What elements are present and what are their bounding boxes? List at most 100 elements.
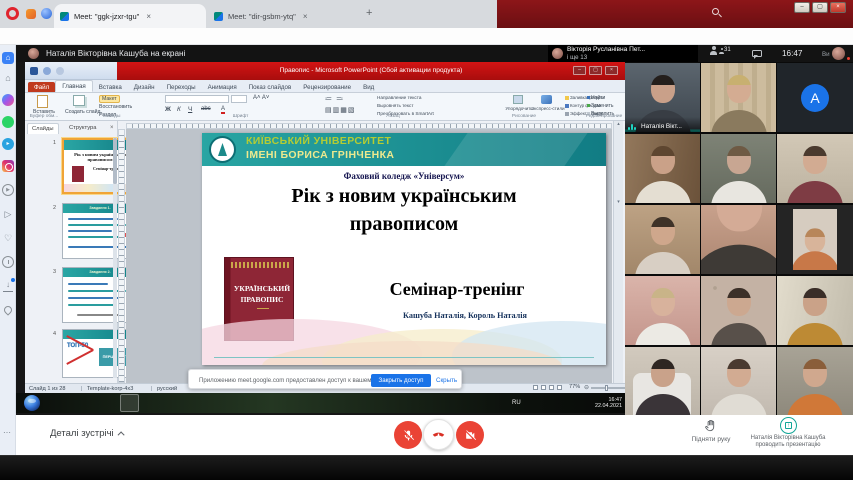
player-icon[interactable]: ▶ — [2, 184, 14, 196]
align-icons[interactable]: ▤▥▦▧ — [325, 106, 355, 114]
close-icon[interactable]: × — [146, 12, 151, 21]
quick-styles-icon[interactable] — [541, 95, 552, 104]
save-icon[interactable] — [30, 67, 38, 75]
participant-video-10[interactable] — [625, 276, 700, 345]
paste-icon[interactable] — [37, 95, 48, 108]
close-button[interactable]: × — [605, 66, 618, 75]
participant-video-13[interactable] — [625, 347, 700, 415]
zoom-slider-thumb[interactable] — [605, 385, 608, 391]
close-button[interactable]: × — [830, 2, 846, 13]
close-icon[interactable]: × — [110, 125, 114, 131]
quick-styles-button[interactable]: Экспресс-стили — [531, 106, 563, 111]
participant-video-1[interactable]: Наталія Вікт... — [625, 63, 700, 132]
participant-video-2[interactable] — [701, 63, 776, 132]
hide-button[interactable]: Скрыть — [436, 377, 457, 384]
participant-video-4[interactable] — [625, 134, 700, 203]
undo-icon[interactable] — [43, 67, 51, 75]
downloads-icon[interactable]: ↓ — [3, 280, 13, 292]
view-normal-icon[interactable] — [533, 385, 538, 390]
tab-slides[interactable]: Слайды — [27, 123, 59, 134]
participant-video-15[interactable] — [777, 347, 853, 415]
maximize-button[interactable]: ▢ — [812, 2, 828, 13]
view-reading-icon[interactable] — [549, 385, 554, 390]
participant-video-3[interactable]: A — [777, 63, 853, 132]
bookmarks-heart-icon[interactable]: ♡ — [2, 232, 14, 244]
grow-font-icon[interactable]: A˄ A˅ — [253, 95, 269, 101]
search-icon[interactable] — [712, 8, 719, 15]
minimize-button[interactable]: – — [573, 66, 586, 75]
zoom-slider[interactable] — [591, 387, 625, 389]
language-indicator[interactable]: RU — [512, 400, 521, 406]
messenger-icon[interactable] — [2, 94, 14, 106]
ribbon-tab-transitions[interactable]: Переходы — [161, 82, 202, 92]
slide[interactable]: КИЇВСЬКИЙ УНІВЕРСИТЕТ ІМЕНІ БОРИСА ГРІНЧ… — [202, 133, 606, 365]
participant-video-14[interactable] — [701, 347, 776, 415]
zoom-out-icon[interactable]: ⊖ — [584, 384, 589, 391]
workspace-icon[interactable] — [26, 9, 36, 19]
participant-video-12[interactable] — [777, 276, 853, 345]
participant-video-5[interactable] — [701, 134, 776, 203]
pinned-participant-chip[interactable]: Вікторія Русланівна Пет... і ще 13 — [548, 45, 698, 62]
telegram-icon[interactable]: ▸ — [2, 138, 14, 150]
participant-video-6[interactable] — [777, 134, 853, 203]
bold-button[interactable]: Ж — [165, 106, 171, 113]
ribbon-tab-review[interactable]: Рецензирование — [297, 82, 357, 92]
leave-call-button[interactable] — [423, 419, 454, 450]
meeting-details-button[interactable]: Деталі зустрічі — [50, 428, 125, 439]
text-direction-button[interactable]: Направление текста — [377, 95, 421, 100]
align-text-button[interactable]: Выровнять текст — [377, 103, 414, 108]
view-slideshow-icon[interactable] — [557, 385, 562, 390]
start-button[interactable] — [24, 395, 40, 411]
participant-video-9[interactable] — [777, 205, 853, 274]
home-icon[interactable]: ⌂ — [2, 72, 14, 84]
whatsapp-icon[interactable] — [2, 116, 14, 128]
new-tab-button[interactable]: + — [366, 7, 372, 19]
participant-video-8[interactable] — [701, 205, 776, 274]
font-name-box[interactable] — [165, 95, 229, 103]
redo-icon[interactable] — [56, 67, 64, 75]
strikethrough-icon[interactable]: abc — [201, 106, 211, 112]
reset-button[interactable]: Восстановить — [99, 104, 132, 110]
ribbon-tab-file[interactable]: Файл — [28, 82, 55, 92]
powerpoint-titlebar[interactable]: Правопис - Microsoft PowerPoint (Сбой ак… — [117, 62, 625, 80]
ribbon-tab-insert[interactable]: Вставка — [93, 82, 128, 92]
ribbon-tab-view[interactable]: Вид — [357, 82, 380, 92]
layout-button[interactable]: Макет — [99, 95, 120, 103]
ribbon-tab-animations[interactable]: Анимация — [202, 82, 243, 92]
font-size-box[interactable] — [231, 95, 247, 103]
close-icon[interactable]: × — [303, 12, 308, 21]
raise-hand-icon[interactable] — [704, 419, 718, 433]
participant-video-7[interactable] — [625, 205, 700, 274]
italic-button[interactable]: К — [177, 106, 181, 113]
camera-off-button[interactable] — [456, 421, 484, 449]
ribbon-tab-home[interactable]: Главная — [55, 80, 93, 92]
arrange-icon[interactable] — [513, 95, 523, 104]
pinboard-icon[interactable] — [2, 304, 13, 315]
tab-outline[interactable]: Структура — [65, 123, 101, 134]
minimize-button[interactable]: – — [794, 2, 810, 13]
font-color-icon[interactable]: А — [221, 106, 225, 114]
self-avatar[interactable] — [832, 47, 845, 60]
sidebar-more-icon[interactable]: ⋯ — [3, 428, 12, 437]
opera-logo-icon[interactable] — [6, 7, 19, 20]
profile-icon[interactable] — [41, 8, 52, 19]
chat-icon[interactable] — [752, 50, 762, 57]
bullets-icon[interactable]: ≔ ≕ — [325, 95, 344, 103]
replace-button[interactable]: Заменить — [587, 103, 613, 109]
history-icon[interactable] — [2, 256, 14, 268]
mic-off-button[interactable] — [394, 421, 422, 449]
find-button[interactable]: Найти — [587, 95, 605, 101]
panel-scrollbar[interactable] — [113, 138, 117, 378]
browser-tab-meet-1[interactable]: Meet: "ggk-jzxr-tgu" × — [54, 4, 206, 28]
view-sorter-icon[interactable] — [541, 385, 546, 390]
canvas-scrollbar[interactable]: ▴▾ — [613, 121, 623, 383]
ribbon-tab-slideshow[interactable]: Показ слайдов — [243, 82, 298, 92]
ribbon-tab-design[interactable]: Дизайн — [128, 82, 161, 92]
maximize-button[interactable]: ▢ — [589, 66, 602, 75]
new-slide-icon[interactable] — [73, 95, 85, 106]
my-flow-icon[interactable]: ▷ — [2, 208, 14, 220]
stop-sharing-button[interactable]: Закрыть доступ — [371, 374, 431, 387]
instagram-icon[interactable] — [2, 160, 14, 172]
speed-dial-home-icon[interactable]: ⌂ — [2, 52, 14, 64]
participant-video-11[interactable] — [701, 276, 776, 345]
